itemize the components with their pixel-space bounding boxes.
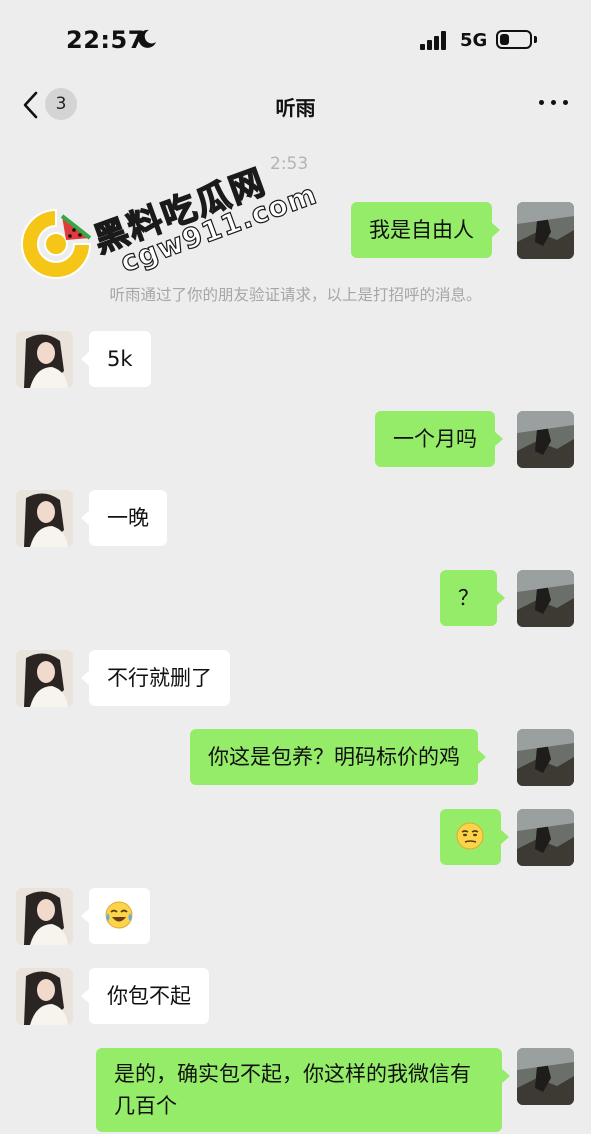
my-avatar[interactable] [517,809,574,866]
message-bubble-mine[interactable]: 一个月吗 [375,411,503,467]
chat-title: 听雨 [275,96,316,120]
smirk-emoji-icon [456,822,484,850]
contact-avatar[interactable] [16,968,73,1025]
message-bubble-mine[interactable]: 我是自由人 [351,202,500,258]
contact-avatar[interactable] [16,490,73,547]
message-bubble-contact[interactable]: 不行就删了 [81,650,230,706]
my-avatar[interactable] [517,729,574,786]
status-time: 22:57 [66,26,145,54]
tears-of-joy-emoji-icon [105,901,133,929]
contact-avatar[interactable] [16,650,73,707]
message-bubble-contact-emoji[interactable] [81,888,150,944]
more-options-icon[interactable] [539,100,569,108]
contact-avatar[interactable] [16,331,73,388]
my-avatar[interactable] [517,1048,574,1105]
battery-tip [534,36,537,43]
message-bubble-contact[interactable]: 5k [81,331,151,387]
message-bubble-mine[interactable]: 是的，确实包不起，你这样的我微信有几百个 [96,1048,510,1132]
message-bubble-mine[interactable]: 你这是包养？明码标价的鸡 [190,729,486,785]
status-bar: 22:57 5G [0,0,591,80]
watermark-logo [21,208,92,279]
network-type: 5G [460,30,488,51]
my-avatar[interactable] [517,570,574,627]
my-avatar[interactable] [517,202,574,259]
contact-avatar[interactable] [16,888,73,945]
message-bubble-mine[interactable]: ？ [440,570,505,626]
my-avatar[interactable] [517,411,574,468]
message-timestamp: 2:53 [270,154,309,174]
battery-icon [496,30,532,49]
message-bubble-mine-emoji[interactable] [440,809,509,865]
friend-verified-notice: 听雨通过了你的朋友验证请求，以上是打招呼的消息。 [109,286,482,304]
signal-icon [420,30,450,50]
moon-icon [138,29,156,48]
message-bubble-contact[interactable]: 一晚 [81,490,167,546]
message-bubble-contact[interactable]: 你包不起 [81,968,209,1024]
